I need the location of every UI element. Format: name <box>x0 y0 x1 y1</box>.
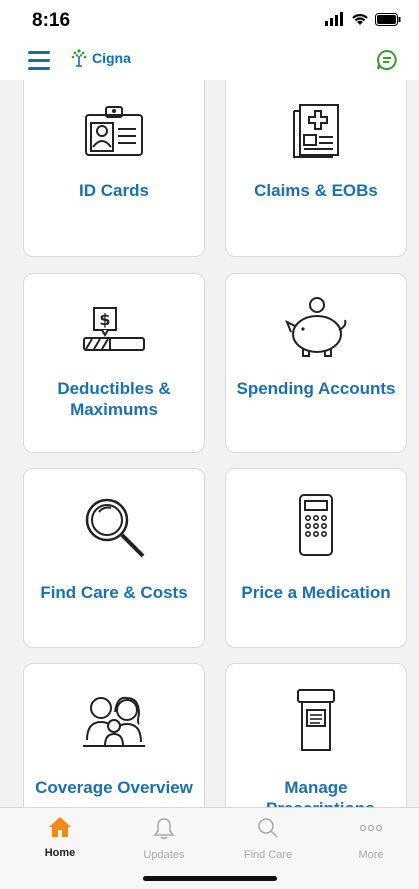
calculator-icon <box>299 494 333 556</box>
wifi-icon <box>352 14 368 25</box>
tile-find-care[interactable]: Find Care & Costs <box>23 468 205 648</box>
tab-label: Updates <box>143 849 185 861</box>
tile-claims[interactable]: Claims & EOBs <box>225 80 407 257</box>
bottom-tab-bar: Home Updates Find Care More <box>0 807 419 889</box>
bell-icon <box>153 818 175 840</box>
id-card-icon <box>85 106 143 156</box>
brand-name: Cigna <box>92 50 131 66</box>
claims-document-icon <box>293 104 339 158</box>
tab-label: More <box>358 849 384 861</box>
tile-label: Find Care & Costs <box>40 583 188 602</box>
more-dots-icon <box>359 824 383 832</box>
tile-label: Deductibles & Maximums <box>57 379 171 419</box>
piggy-bank-icon <box>285 297 347 357</box>
tile-label: Claims & EOBs <box>254 181 378 200</box>
tile-spending-accounts[interactable]: Spending Accounts <box>225 273 407 453</box>
status-bar: 8:16 <box>0 0 419 44</box>
svg-text:$: $ <box>99 310 110 329</box>
tab-home[interactable]: Home <box>20 816 100 859</box>
tile-coverage-overview[interactable]: Coverage Overview <box>23 663 205 807</box>
tile-id-cards[interactable]: ID Cards <box>23 80 205 257</box>
tile-label: Manage Prescriptions <box>266 778 375 807</box>
app-header: Cigna <box>0 44 419 80</box>
signal-icon <box>325 12 343 26</box>
status-indicators <box>325 12 401 26</box>
home-icon <box>49 817 71 837</box>
search-icon <box>258 818 278 838</box>
tile-manage-prescriptions[interactable]: Manage Prescriptions <box>225 663 407 807</box>
hamburger-menu-icon[interactable] <box>28 51 50 70</box>
dashboard-grid: ID Cards Claims & EOBs $ Deductibles & M… <box>0 80 419 807</box>
tile-label: Price a Medication <box>241 583 391 602</box>
tab-label: Home <box>44 847 76 859</box>
status-time: 8:16 <box>32 10 71 31</box>
tile-label: ID Cards <box>79 181 149 200</box>
tile-label: Spending Accounts <box>236 379 396 398</box>
deductible-meter-icon: $ <box>83 307 145 351</box>
home-indicator <box>143 876 277 881</box>
tab-label: Find Care <box>243 849 293 861</box>
battery-icon <box>375 12 401 26</box>
family-icon <box>83 696 145 747</box>
cigna-tree-icon <box>71 49 87 67</box>
magnifier-icon <box>85 498 145 558</box>
tile-label: Coverage Overview <box>35 778 193 797</box>
tile-price-medication[interactable]: Price a Medication <box>225 468 407 648</box>
chat-icon[interactable] <box>375 48 399 72</box>
pill-bottle-icon <box>297 689 335 751</box>
tab-updates[interactable]: Updates <box>124 816 204 861</box>
tab-find-care[interactable]: Find Care <box>228 816 308 861</box>
tab-more[interactable]: More <box>331 816 411 861</box>
tile-deductibles[interactable]: $ Deductibles & Maximums <box>23 273 205 453</box>
brand-logo: Cigna <box>70 48 131 68</box>
